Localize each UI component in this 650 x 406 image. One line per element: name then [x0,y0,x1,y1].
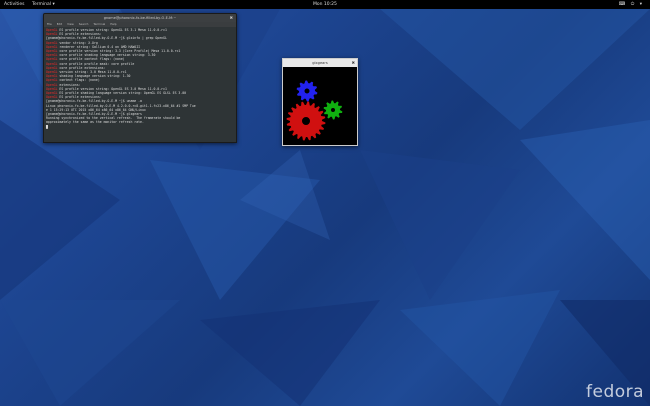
glxgears-window[interactable]: glxgears ✖ [282,58,358,146]
app-menu-button[interactable]: Terminal ▾ [32,0,55,9]
activities-button[interactable]: Activities [4,0,25,9]
terminal-text: approximately the same as the monitor re… [46,120,144,125]
terminal-output[interactable]: OpenGL ES profile version string: OpenGL… [44,27,236,141]
terminal-title: gnome@phoronix-fx-be-filled-by-O-E-M:~ [103,16,177,20]
gears-canvas [286,80,343,141]
top-bar: Activities Terminal ▾ Mon 10:25 ⌨ ⏻ ▾ [0,0,650,9]
desktop[interactable]: Activities Terminal ▾ Mon 10:25 ⌨ ⏻ ▾ gn… [0,0,650,406]
terminal-menu-file[interactable]: File [47,22,52,26]
system-tray-icons[interactable]: ⌨ ⏻ ▾ [619,0,644,9]
glxgears-titlebar[interactable]: glxgears ✖ [283,59,357,67]
terminal-menu-view[interactable]: View [67,22,74,26]
terminal-menu-terminal[interactable]: Terminal [93,22,105,26]
close-icon[interactable]: ✖ [352,59,355,67]
gear-red-shape [286,101,326,141]
close-icon[interactable]: ✖ [230,14,233,22]
terminal-menu-edit[interactable]: Edit [57,22,62,26]
fedora-logo: fedora [586,382,645,402]
glxgears-title: glxgears [312,61,328,65]
terminal-line: █ [46,125,234,129]
terminal-menu-search[interactable]: Search [79,22,89,26]
terminal-menu-help[interactable]: Help [110,22,116,26]
gear-green-shape [323,100,343,120]
blue-gear-icon [296,80,318,102]
red-gear-icon [286,101,326,141]
green-gear-icon [323,100,343,120]
terminal-window[interactable]: gnome@phoronix-fx-be-filled-by-O-E-M:~ ✖… [43,13,237,143]
gear-blue-shape [296,80,318,102]
clock[interactable]: Mon 10:25 [313,0,337,9]
terminal-titlebar[interactable]: gnome@phoronix-fx-be-filled-by-O-E-M:~ ✖ [44,14,236,22]
terminal-text: █ [46,124,48,129]
